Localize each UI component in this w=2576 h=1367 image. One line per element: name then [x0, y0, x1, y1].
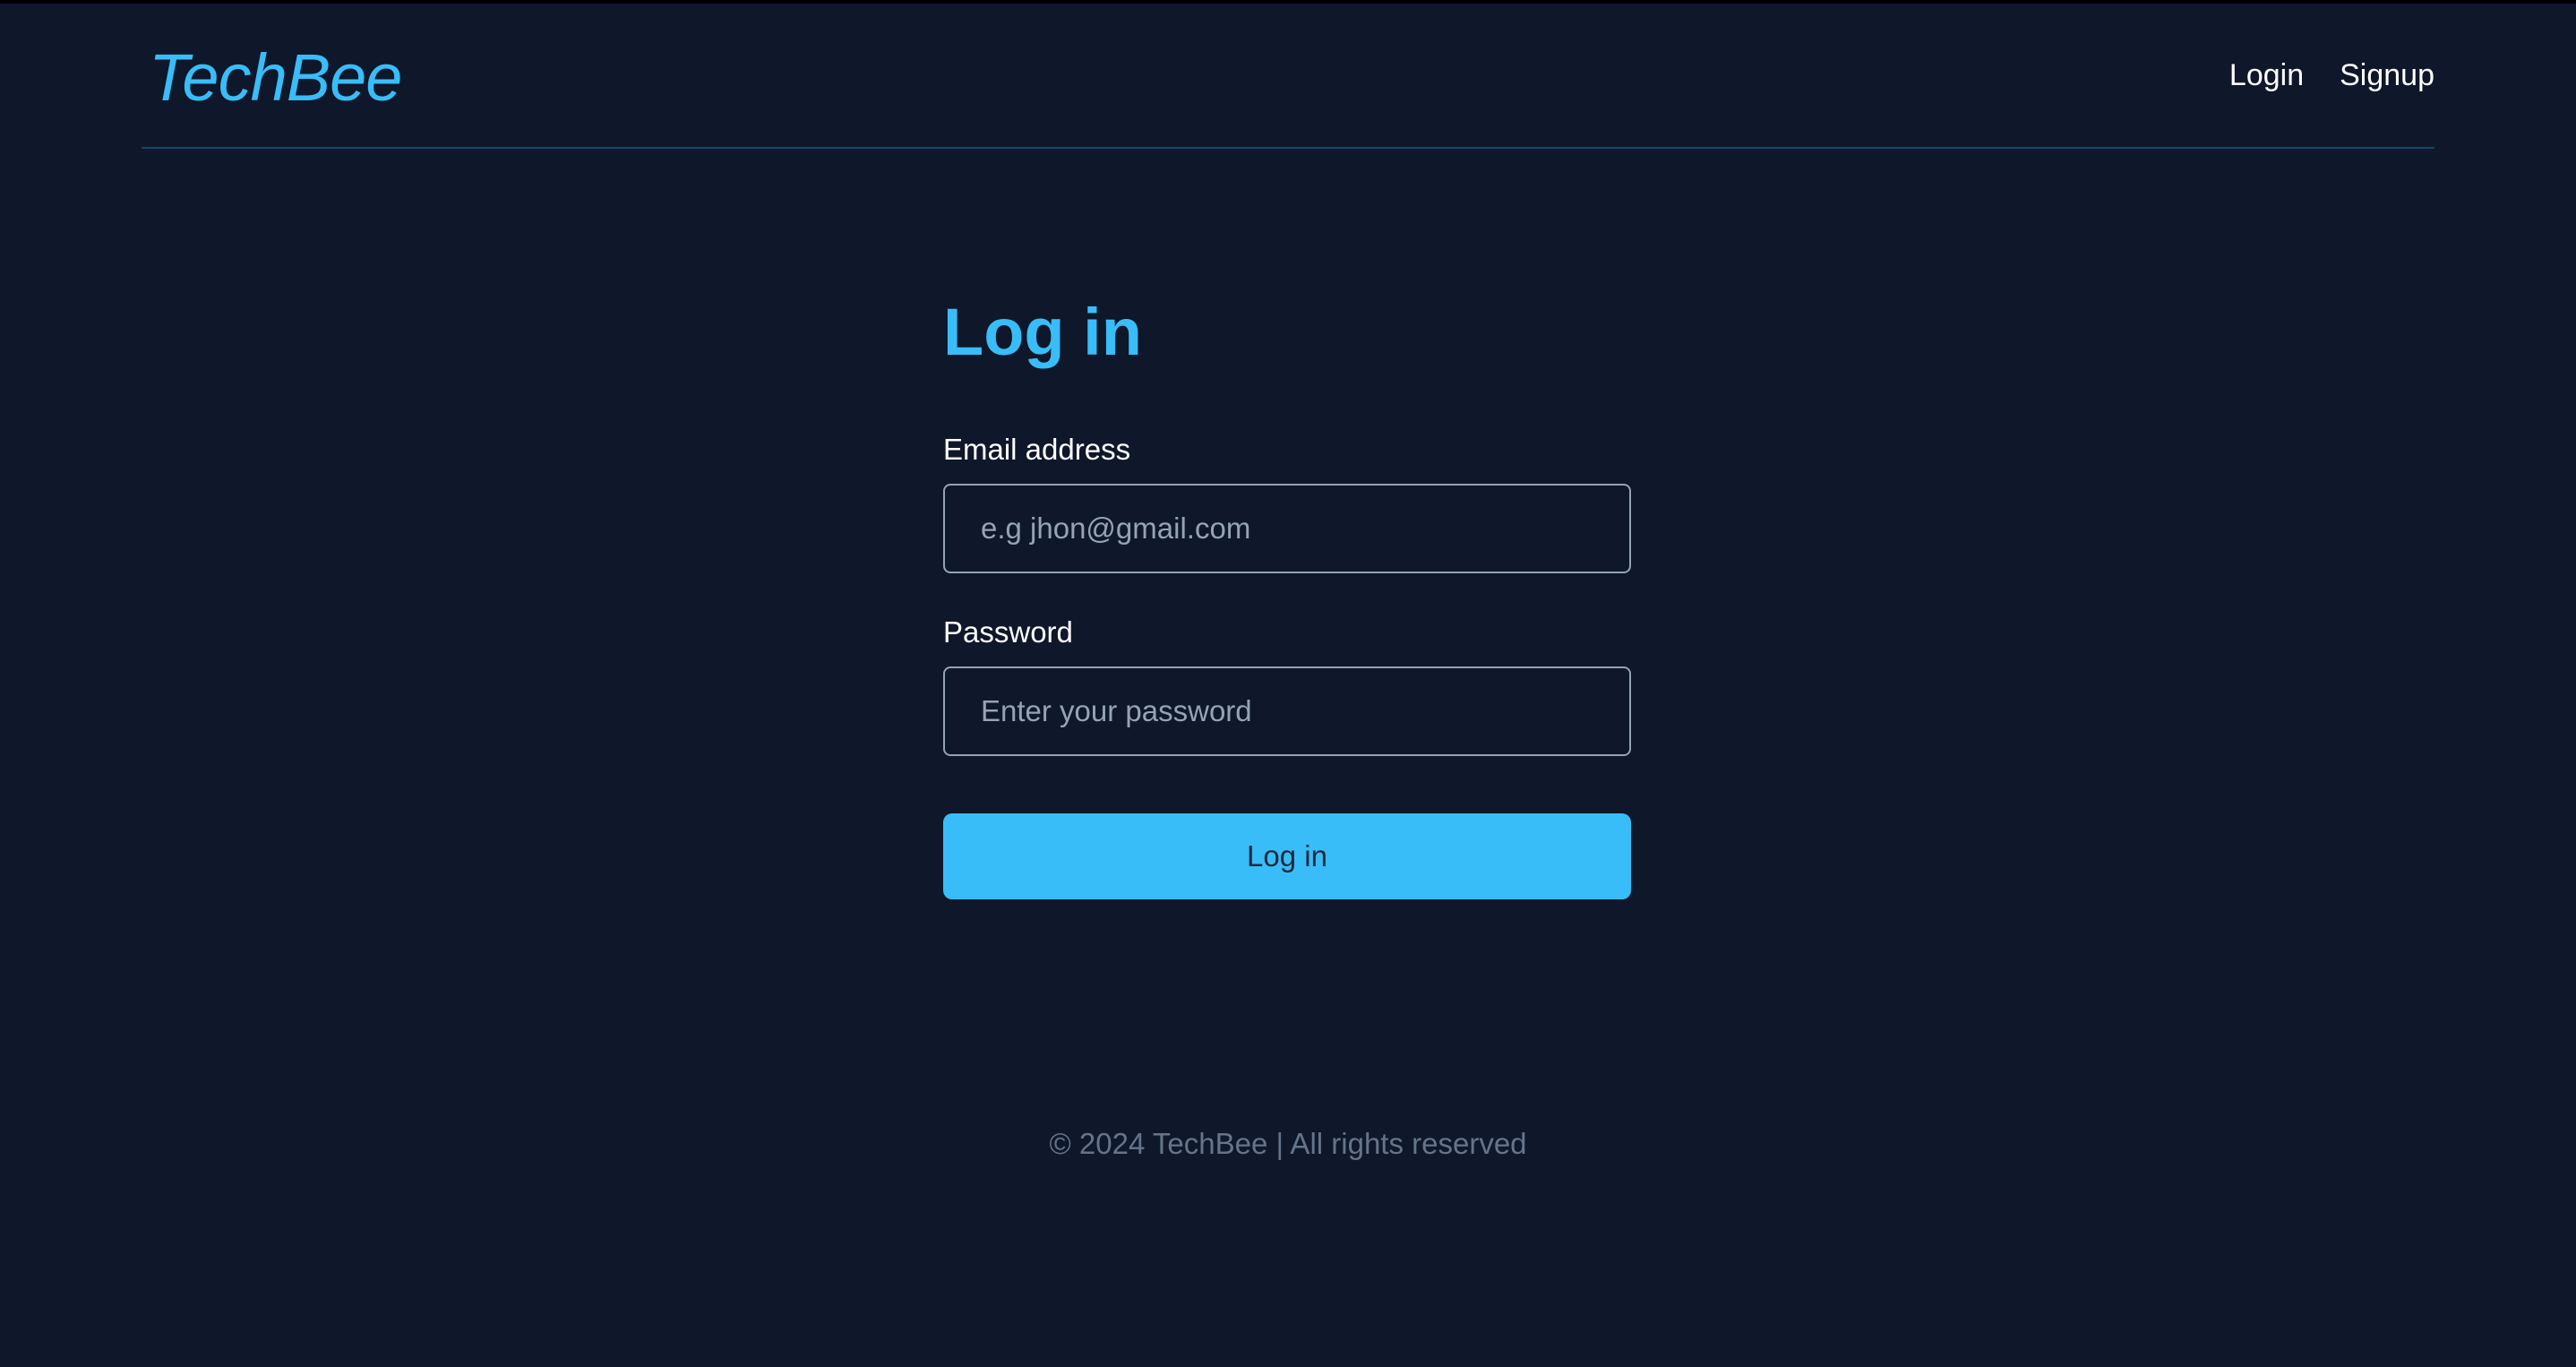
- login-button[interactable]: Log in: [943, 813, 1631, 899]
- login-form: Log in Email address Password Log in: [943, 292, 1631, 899]
- header: TechBee Login Signup: [142, 4, 2434, 149]
- page: TechBee Login Signup Log in Email addres…: [0, 0, 2576, 1367]
- page-title: Log in: [943, 295, 1142, 369]
- email-field[interactable]: [943, 484, 1631, 573]
- password-field[interactable]: [943, 666, 1631, 756]
- brand-logo[interactable]: TechBee: [149, 38, 402, 118]
- nav-signup-link[interactable]: Signup: [2340, 56, 2434, 95]
- top-nav: Login Signup: [2229, 56, 2434, 95]
- nav-login-link[interactable]: Login: [2229, 56, 2304, 95]
- password-label: Password: [943, 615, 1073, 649]
- email-label: Email address: [943, 433, 1131, 466]
- footer-copyright: © 2024 TechBee | All rights reserved: [1049, 1127, 1527, 1160]
